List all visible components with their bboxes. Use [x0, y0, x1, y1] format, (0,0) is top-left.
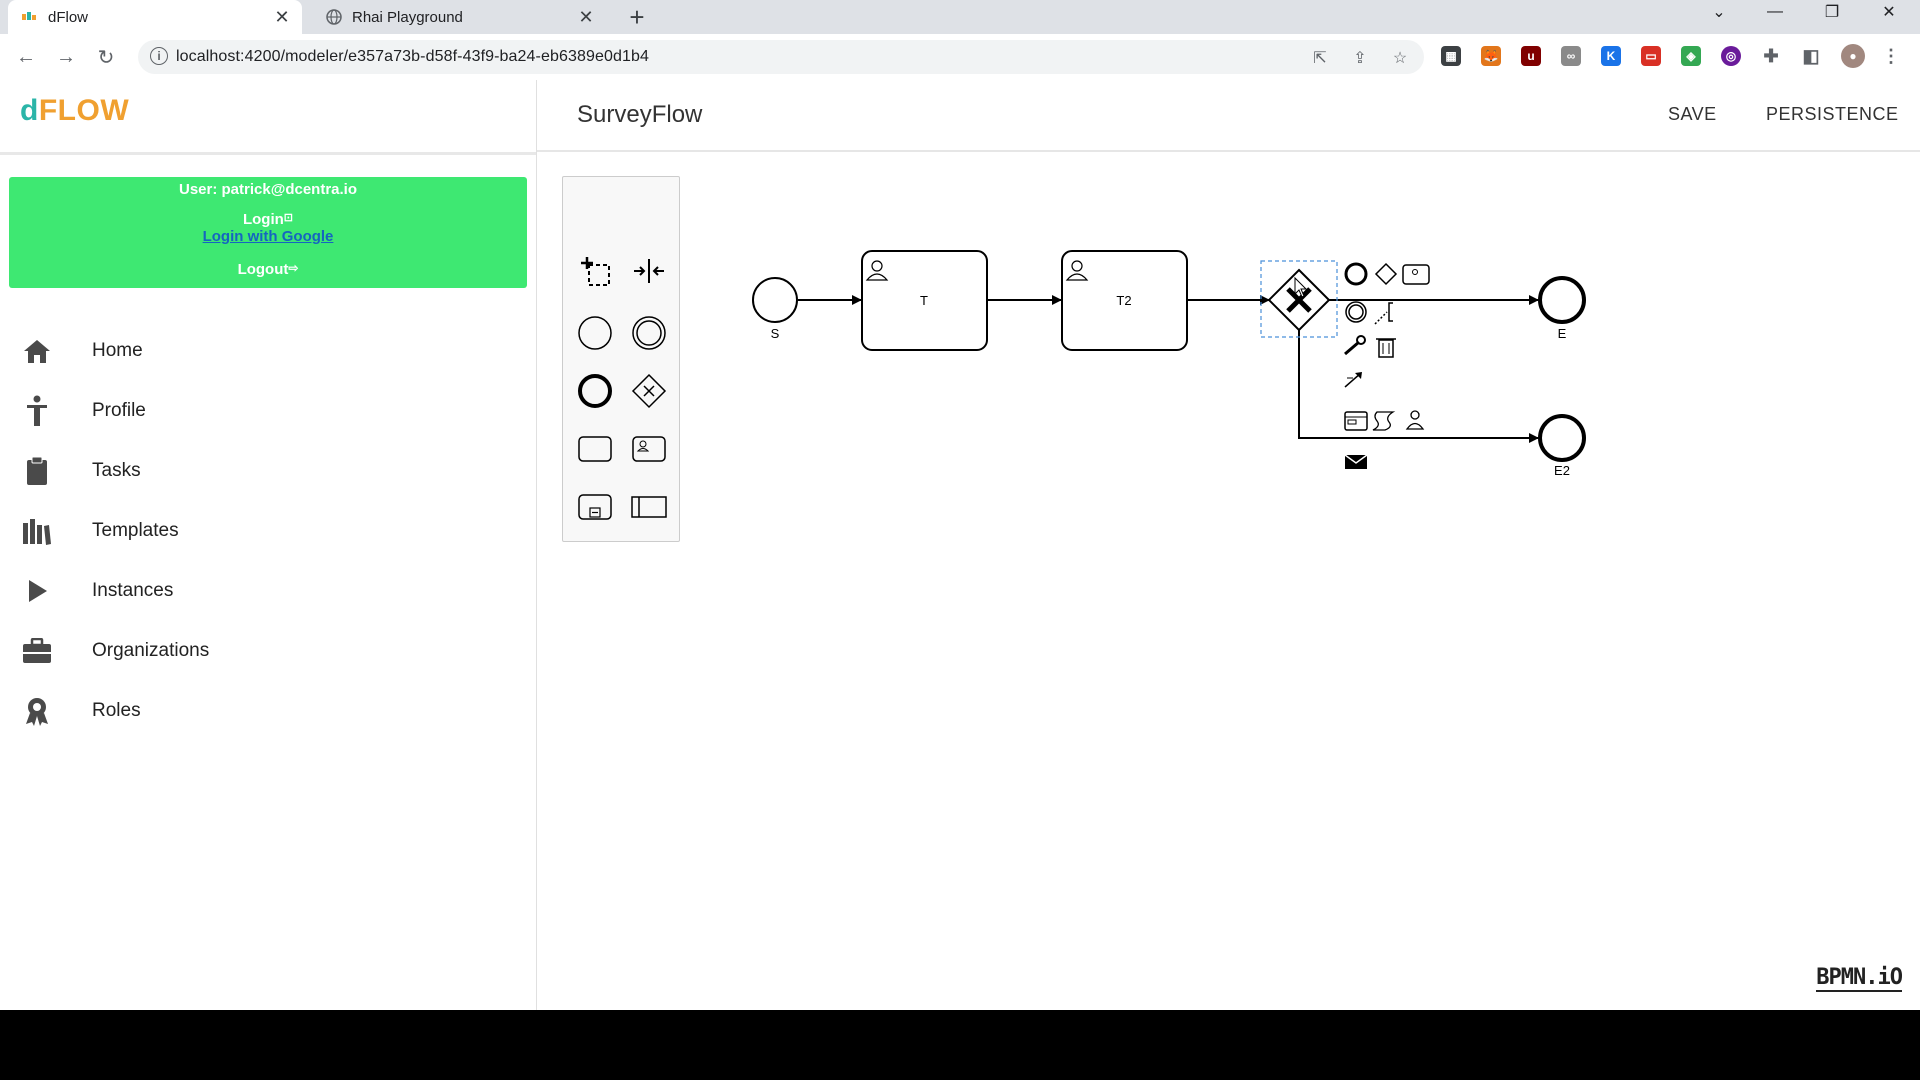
extension-colorful-icon[interactable]: ◈	[1681, 46, 1701, 66]
svg-text:E: E	[1558, 326, 1567, 341]
save-button[interactable]: SAVE	[1668, 104, 1717, 125]
text-annotation-icon[interactable]	[1374, 302, 1393, 325]
tab-title: dFlow	[48, 8, 89, 26]
svg-text:T: T	[920, 293, 928, 308]
user-panel: User: patrick@dcentra.io Login⊡ Login wi…	[9, 177, 527, 288]
exclusive-gateway[interactable]	[1260, 260, 1338, 338]
append-message-icon[interactable]	[1344, 454, 1368, 469]
nav-tasks[interactable]: Tasks	[0, 446, 536, 496]
extensions-puzzle-icon[interactable]: ✚	[1761, 46, 1781, 66]
svg-text:T2: T2	[1116, 293, 1131, 308]
trash-icon[interactable]	[1376, 338, 1396, 358]
connect-icon[interactable]	[1344, 372, 1362, 388]
bpmn-diagram: S T T2 E E2	[752, 250, 1586, 478]
person-icon	[22, 395, 52, 426]
login-google-link[interactable]: Login with Google	[9, 228, 527, 245]
briefcase-icon	[22, 636, 52, 666]
append-end-event-icon[interactable]	[1344, 262, 1368, 286]
bookmark-star-icon[interactable]: ☆	[1390, 48, 1410, 68]
library-icon	[22, 516, 52, 546]
restore-button[interactable]: ❐	[1805, 0, 1859, 24]
append-form-icon[interactable]	[1344, 411, 1368, 431]
bpmn-canvas[interactable]: S T T2 E E2 BPMN.iO	[537, 152, 1920, 1010]
end-event-e[interactable]: E	[1538, 276, 1586, 341]
browser-tab-strip: dFlow ✕ Rhai Playground ✕ + ⌄ — ❐ ✕	[0, 0, 1920, 34]
user-task-t[interactable]: T	[861, 250, 988, 351]
sidebar: dFLOW User: patrick@dcentra.io Login⊡ Lo…	[0, 80, 537, 1010]
user-label: User: patrick@dcentra.io	[178, 181, 357, 198]
nav-templates[interactable]: Templates	[0, 506, 536, 556]
append-gateway-icon[interactable]	[1374, 262, 1398, 286]
browser-menu-icon[interactable]: ⋮	[1881, 46, 1901, 66]
app-root: dFLOW User: patrick@dcentra.io Login⊡ Lo…	[0, 80, 1920, 1010]
reload-icon[interactable]: ↻	[92, 43, 120, 71]
svg-text:S: S	[771, 326, 780, 341]
bpmn-io-watermark[interactable]: BPMN.iO	[1816, 965, 1903, 992]
append-task-icon[interactable]	[1402, 264, 1430, 285]
svg-text:E2: E2	[1554, 463, 1570, 478]
ublock-icon[interactable]: u	[1521, 46, 1541, 66]
open-external-icon[interactable]: ⇱	[1310, 48, 1330, 68]
tab-close-icon[interactable]: ✕	[576, 7, 596, 27]
clipboard-icon	[22, 456, 52, 486]
forward-icon[interactable]: →	[52, 43, 80, 71]
tab-search-icon[interactable]: ⌄	[1692, 0, 1746, 24]
tab-rhai-playground[interactable]: Rhai Playground ✕	[312, 0, 606, 34]
start-event-s[interactable]: S	[752, 277, 798, 341]
user-task-t2[interactable]: T2	[1061, 250, 1188, 351]
close-window-button[interactable]: ✕	[1862, 0, 1916, 24]
logout-icon: ⇨	[288, 261, 299, 275]
page-title: SurveyFlow	[577, 101, 703, 128]
dflow-favicon-icon	[22, 9, 38, 25]
side-panel-icon[interactable]: ◧	[1801, 46, 1821, 66]
back-icon[interactable]: ←	[12, 43, 40, 71]
nav-organizations[interactable]: Organizations	[0, 626, 536, 676]
tab-close-icon[interactable]: ✕	[272, 7, 292, 27]
extension-grid-icon[interactable]: ▦	[1441, 46, 1461, 66]
nav-roles[interactable]: Roles	[0, 686, 536, 736]
append-script-icon[interactable]	[1372, 411, 1396, 431]
logout-link[interactable]: Logout⇨	[9, 261, 527, 278]
address-bar[interactable]: i localhost:4200/modeler/e357a73b-d58f-4…	[138, 40, 1424, 74]
end-event-e2[interactable]: E2	[1538, 414, 1586, 478]
extension-screen-icon[interactable]: ▭	[1641, 46, 1661, 66]
app-logo[interactable]: dFLOW	[20, 94, 129, 128]
browser-toolbar: ← → ↻ i localhost:4200/modeler/e357a73b-…	[0, 34, 1920, 81]
home-icon	[22, 336, 52, 366]
login-icon: ⊡	[283, 212, 294, 224]
extension-glasses-icon[interactable]: ∞	[1561, 46, 1581, 66]
nav-instances[interactable]: Instances	[0, 566, 536, 616]
editor-header: SurveyFlow SAVE PERSISTENCE	[537, 80, 1920, 152]
append-user-icon[interactable]	[1405, 410, 1425, 430]
nav-profile[interactable]: Profile	[0, 386, 536, 436]
login-link[interactable]: Login⊡	[9, 211, 527, 228]
append-intermediate-event-icon[interactable]	[1345, 301, 1367, 323]
persistence-button[interactable]: PERSISTENCE	[1766, 104, 1899, 125]
nav-home[interactable]: Home	[0, 326, 536, 376]
tab-title: Rhai Playground	[352, 8, 463, 26]
site-info-icon[interactable]: i	[150, 47, 168, 65]
profile-avatar[interactable]: ●	[1841, 44, 1865, 68]
extension-k-icon[interactable]: K	[1601, 46, 1621, 66]
award-icon	[22, 696, 52, 726]
globe-icon	[326, 9, 342, 25]
metamask-icon[interactable]: 🦊	[1481, 46, 1501, 66]
new-tab-button[interactable]: +	[622, 2, 652, 32]
url-text: localhost:4200/modeler/e357a73b-d58f-43f…	[176, 48, 649, 65]
wrench-icon[interactable]	[1344, 335, 1366, 356]
play-icon	[22, 576, 52, 606]
share-icon[interactable]: ⇪	[1350, 48, 1370, 68]
sidebar-divider	[0, 152, 536, 155]
minimize-button[interactable]: —	[1748, 0, 1802, 24]
extension-circle-icon[interactable]: ◎	[1721, 46, 1741, 66]
tab-dflow[interactable]: dFlow ✕	[8, 0, 302, 34]
